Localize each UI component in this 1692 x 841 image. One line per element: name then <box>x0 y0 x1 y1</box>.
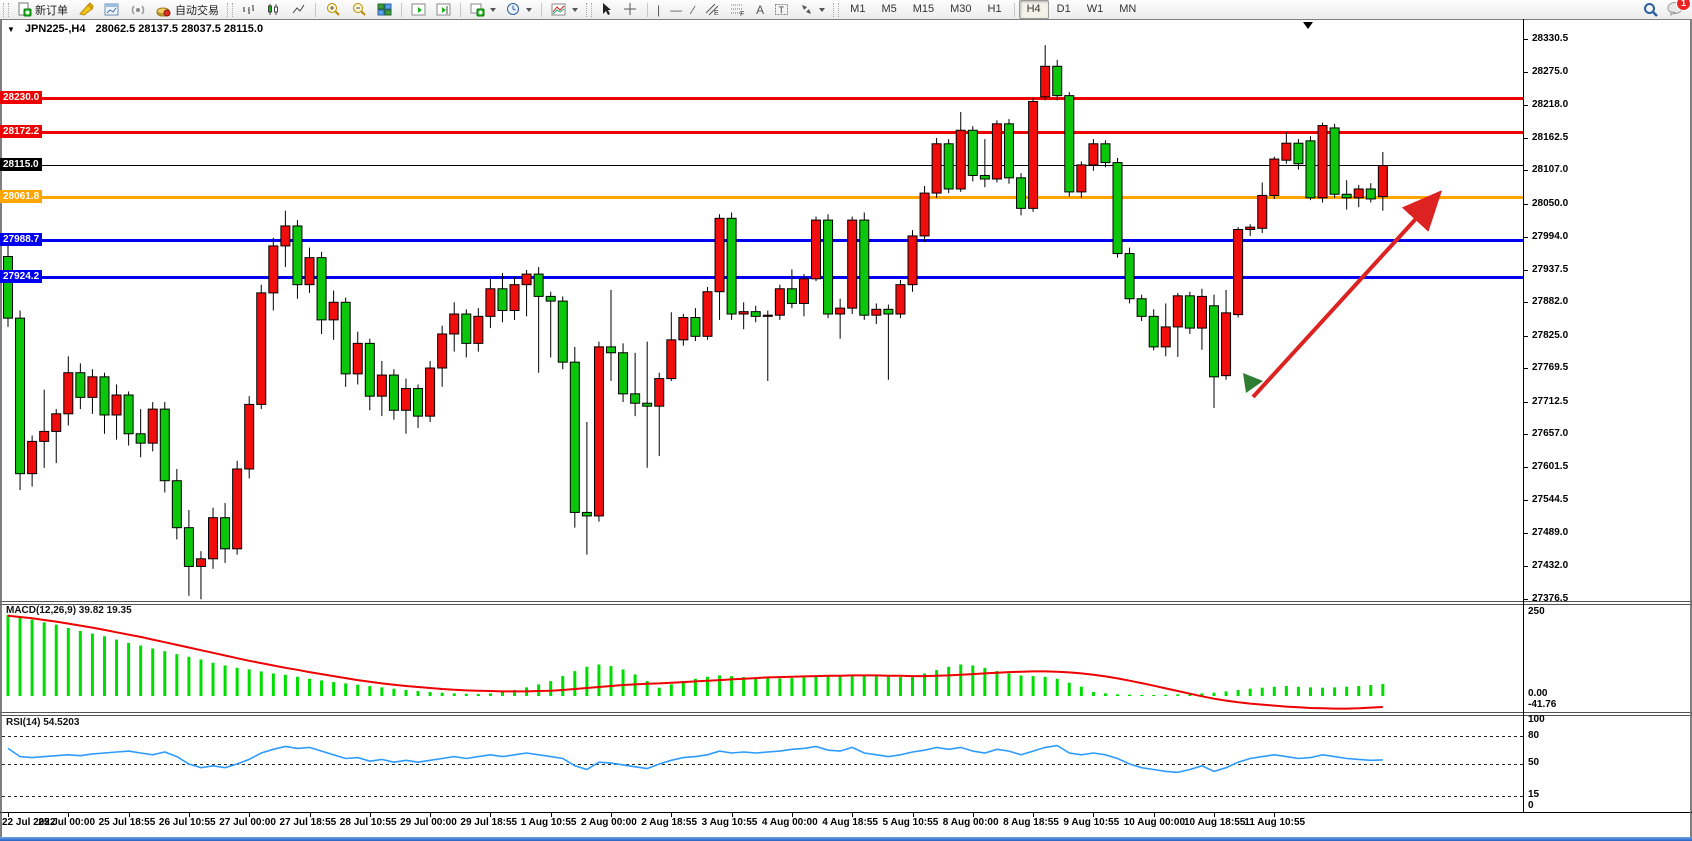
price-axis-tick: 27769.5 <box>1532 362 1568 373</box>
price-axis-tick: 28107.0 <box>1532 164 1568 175</box>
price-axis-tick: 27489.0 <box>1532 527 1568 538</box>
price-axis-tick: 28218.0 <box>1532 99 1568 110</box>
rsi-axis-tick: 100 <box>1528 714 1545 725</box>
price-line-tag: 28115.0 <box>0 158 42 171</box>
price-axis-tick: 27825.0 <box>1532 330 1568 341</box>
rsi-axis-tick: 50 <box>1528 757 1539 768</box>
macd-indicator-label: MACD(12,26,9) 39.82 19.35 <box>6 605 132 616</box>
price-axis-tick: 27544.5 <box>1532 494 1568 505</box>
date-axis-label: 4 Aug 18:55 <box>822 817 878 828</box>
date-axis-label: 29 Jul 18:55 <box>460 817 517 828</box>
date-axis-label: 8 Aug 18:55 <box>1003 817 1059 828</box>
price-axis-tick: 27432.0 <box>1532 560 1568 571</box>
date-axis-label: 10 Aug 18:55 <box>1184 817 1245 828</box>
date-axis-label: 2 Aug 00:00 <box>581 817 637 828</box>
price-axis-tick: 27376.5 <box>1532 593 1568 604</box>
price-axis-tick: 27994.0 <box>1532 231 1568 242</box>
price-chart-canvas[interactable] <box>0 0 1692 841</box>
price-line-tag: 28172.2 <box>0 125 42 138</box>
price-axis-tick: 27601.5 <box>1532 461 1568 472</box>
price-axis-tick: 28275.0 <box>1532 66 1568 77</box>
price-line-tag: 28230.0 <box>0 91 42 104</box>
date-axis-label: 5 Aug 10:55 <box>883 817 939 828</box>
price-line-tag: 28061.8 <box>0 190 42 203</box>
price-line-tag: 27988.7 <box>0 233 42 246</box>
trend-arrow <box>1253 199 1434 397</box>
price-axis-tick: 27657.0 <box>1532 428 1568 439</box>
date-axis-label: 3 Aug 10:55 <box>702 817 758 828</box>
date-axis-label: 4 Aug 00:00 <box>762 817 818 828</box>
price-axis-tick: 28050.0 <box>1532 198 1568 209</box>
date-axis-label: 8 Aug 00:00 <box>943 817 999 828</box>
rsi-axis-tick: 80 <box>1528 730 1539 741</box>
mt4-application: 新订单 自动交易 <box>0 0 1692 841</box>
chart-shift-marker <box>1303 22 1313 29</box>
horizontal-scrollbar[interactable] <box>0 837 1692 841</box>
date-axis-label: 29 Jul 00:00 <box>400 817 457 828</box>
date-axis-label: 27 Jul 18:55 <box>280 817 337 828</box>
rsi-line <box>8 746 1383 773</box>
price-axis-tick: 27882.0 <box>1532 296 1568 307</box>
macd-axis-tick: 0.00 <box>1528 688 1547 699</box>
date-axis-label: 1 Aug 10:55 <box>521 817 577 828</box>
rsi-axis-tick: 0 <box>1528 800 1534 811</box>
price-axis-tick: 28162.5 <box>1532 132 1568 143</box>
date-axis-label: 28 Jul 10:55 <box>340 817 397 828</box>
rsi-axis-tick: 15 <box>1528 789 1539 800</box>
price-line-tag: 27924.2 <box>0 270 42 283</box>
date-axis-label: 27 Jul 00:00 <box>219 817 276 828</box>
price-axis-tick: 27937.5 <box>1532 264 1568 275</box>
date-axis-label: 25 Jul 18:55 <box>99 817 156 828</box>
price-axis-tick: 28330.5 <box>1532 33 1568 44</box>
macd-axis-tick: -41.76 <box>1528 699 1556 710</box>
date-axis-label: 25 Jul 00:00 <box>38 817 95 828</box>
price-axis-tick: 27712.5 <box>1532 396 1568 407</box>
date-axis-label: 26 Jul 10:55 <box>159 817 216 828</box>
date-axis-label: 2 Aug 18:55 <box>641 817 697 828</box>
date-axis-label: 9 Aug 10:55 <box>1063 817 1119 828</box>
date-axis-label: 11 Aug 10:55 <box>1244 817 1305 828</box>
macd-axis-tick: 250 <box>1528 606 1545 617</box>
date-axis-label: 10 Aug 00:00 <box>1124 817 1185 828</box>
rsi-indicator-label: RSI(14) 54.5203 <box>6 717 79 728</box>
